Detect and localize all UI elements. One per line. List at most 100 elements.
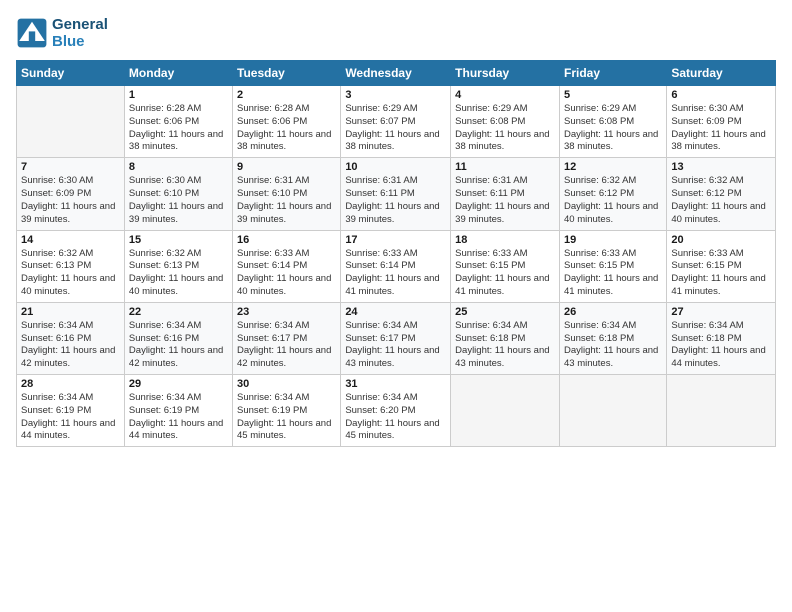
week-row-2: 7 Sunrise: 6:30 AM Sunset: 6:09 PM Daylig… [17,158,776,230]
calendar-cell: 24 Sunrise: 6:34 AM Sunset: 6:17 PM Dayli… [341,302,451,374]
day-number: 5 [564,89,662,101]
day-header-tuesday: Tuesday [233,61,341,86]
day-number: 1 [129,89,228,101]
day-info: Sunrise: 6:34 AM Sunset: 6:18 PM Dayligh… [564,320,662,371]
day-number: 27 [671,306,771,318]
calendar-cell: 12 Sunrise: 6:32 AM Sunset: 6:12 PM Dayli… [559,158,666,230]
day-info: Sunrise: 6:32 AM Sunset: 6:13 PM Dayligh… [129,248,228,299]
day-number: 24 [345,306,446,318]
day-info: Sunrise: 6:33 AM Sunset: 6:14 PM Dayligh… [345,248,446,299]
calendar-cell: 5 Sunrise: 6:29 AM Sunset: 6:08 PM Daylig… [559,86,666,158]
calendar-cell: 23 Sunrise: 6:34 AM Sunset: 6:17 PM Dayli… [233,302,341,374]
week-row-1: 1 Sunrise: 6:28 AM Sunset: 6:06 PM Daylig… [17,86,776,158]
day-number: 2 [237,89,336,101]
day-number: 4 [455,89,555,101]
day-info: Sunrise: 6:31 AM Sunset: 6:10 PM Dayligh… [237,175,336,226]
day-info: Sunrise: 6:33 AM Sunset: 6:15 PM Dayligh… [564,248,662,299]
calendar-cell: 20Sunrise: 6:33 AM Sunset: 6:15 PM Dayli… [667,230,776,302]
calendar-cell: 4Sunrise: 6:29 AM Sunset: 6:08 PM Daylig… [451,86,560,158]
header: General Blue [16,16,776,50]
calendar-cell [667,375,776,447]
day-number: 25 [455,306,555,318]
day-info: Sunrise: 6:29 AM Sunset: 6:08 PM Dayligh… [564,103,662,154]
day-info: Sunrise: 6:34 AM Sunset: 6:19 PM Dayligh… [237,392,336,443]
day-info: Sunrise: 6:30 AM Sunset: 6:10 PM Dayligh… [129,175,228,226]
day-number: 30 [237,378,336,390]
calendar-cell [17,86,125,158]
day-number: 16 [237,234,336,246]
calendar-cell [451,375,560,447]
calendar-cell: 15 Sunrise: 6:32 AM Sunset: 6:13 PM Dayli… [124,230,232,302]
day-info: Sunrise: 6:30 AM Sunset: 6:09 PM Dayligh… [21,175,120,226]
day-number: 6 [671,89,771,101]
calendar-cell: 6 Sunrise: 6:30 AM Sunset: 6:09 PM Daylig… [667,86,776,158]
day-info: Sunrise: 6:34 AM Sunset: 6:18 PM Dayligh… [671,320,771,371]
calendar-cell [559,375,666,447]
day-info: Sunrise: 6:34 AM Sunset: 6:16 PM Dayligh… [21,320,120,371]
logo-icon [16,17,48,49]
calendar-cell: 29 Sunrise: 6:34 AM Sunset: 6:19 PM Dayli… [124,375,232,447]
day-number: 28 [21,378,120,390]
calendar-cell: 3Sunrise: 6:29 AM Sunset: 6:07 PM Daylig… [341,86,451,158]
calendar-cell: 27 Sunrise: 6:34 AM Sunset: 6:18 PM Dayli… [667,302,776,374]
day-info: Sunrise: 6:29 AM Sunset: 6:07 PM Dayligh… [345,103,446,154]
calendar-cell: 28 Sunrise: 6:34 AM Sunset: 6:19 PM Dayli… [17,375,125,447]
day-number: 13 [671,161,771,173]
day-number: 9 [237,161,336,173]
calendar-cell: 13 Sunrise: 6:32 AM Sunset: 6:12 PM Dayli… [667,158,776,230]
calendar-cell: 8 Sunrise: 6:30 AM Sunset: 6:10 PM Daylig… [124,158,232,230]
day-info: Sunrise: 6:32 AM Sunset: 6:12 PM Dayligh… [671,175,771,226]
day-info: Sunrise: 6:34 AM Sunset: 6:17 PM Dayligh… [345,320,446,371]
day-info: Sunrise: 6:32 AM Sunset: 6:12 PM Dayligh… [564,175,662,226]
day-info: Sunrise: 6:34 AM Sunset: 6:19 PM Dayligh… [21,392,120,443]
calendar-cell: 31 Sunrise: 6:34 AM Sunset: 6:20 PM Dayli… [341,375,451,447]
page: General Blue SundayMondayTuesdayWednesda… [0,0,792,612]
calendar-cell: 30 Sunrise: 6:34 AM Sunset: 6:19 PM Dayli… [233,375,341,447]
day-info: Sunrise: 6:34 AM Sunset: 6:20 PM Dayligh… [345,392,446,443]
day-info: Sunrise: 6:33 AM Sunset: 6:14 PM Dayligh… [237,248,336,299]
day-number: 15 [129,234,228,246]
day-number: 21 [21,306,120,318]
calendar-cell: 22Sunrise: 6:34 AM Sunset: 6:16 PM Dayli… [124,302,232,374]
day-number: 8 [129,161,228,173]
day-number: 23 [237,306,336,318]
day-header-wednesday: Wednesday [341,61,451,86]
day-number: 31 [345,378,446,390]
day-info: Sunrise: 6:32 AM Sunset: 6:13 PM Dayligh… [21,248,120,299]
day-header-monday: Monday [124,61,232,86]
calendar-cell: 9 Sunrise: 6:31 AM Sunset: 6:10 PM Daylig… [233,158,341,230]
calendar-cell: 21 Sunrise: 6:34 AM Sunset: 6:16 PM Dayli… [17,302,125,374]
day-info: Sunrise: 6:28 AM Sunset: 6:06 PM Dayligh… [237,103,336,154]
week-row-5: 28 Sunrise: 6:34 AM Sunset: 6:19 PM Dayli… [17,375,776,447]
day-info: Sunrise: 6:33 AM Sunset: 6:15 PM Dayligh… [455,248,555,299]
day-info: Sunrise: 6:34 AM Sunset: 6:17 PM Dayligh… [237,320,336,371]
day-header-friday: Friday [559,61,666,86]
day-info: Sunrise: 6:34 AM Sunset: 6:19 PM Dayligh… [129,392,228,443]
day-number: 20 [671,234,771,246]
day-number: 7 [21,161,120,173]
day-header-sunday: Sunday [17,61,125,86]
calendar-cell: 7 Sunrise: 6:30 AM Sunset: 6:09 PM Daylig… [17,158,125,230]
calendar-cell: 19Sunrise: 6:33 AM Sunset: 6:15 PM Dayli… [559,230,666,302]
day-header-saturday: Saturday [667,61,776,86]
day-number: 26 [564,306,662,318]
calendar-cell: 11Sunrise: 6:31 AM Sunset: 6:11 PM Dayli… [451,158,560,230]
week-row-4: 21 Sunrise: 6:34 AM Sunset: 6:16 PM Dayli… [17,302,776,374]
day-info: Sunrise: 6:28 AM Sunset: 6:06 PM Dayligh… [129,103,228,154]
day-info: Sunrise: 6:30 AM Sunset: 6:09 PM Dayligh… [671,103,771,154]
day-number: 11 [455,161,555,173]
day-number: 14 [21,234,120,246]
calendar-cell: 25Sunrise: 6:34 AM Sunset: 6:18 PM Dayli… [451,302,560,374]
calendar-cell: 2 Sunrise: 6:28 AM Sunset: 6:06 PM Daylig… [233,86,341,158]
day-number: 29 [129,378,228,390]
logo-text: General Blue [52,16,108,50]
day-number: 12 [564,161,662,173]
day-number: 18 [455,234,555,246]
calendar-cell: 17Sunrise: 6:33 AM Sunset: 6:14 PM Dayli… [341,230,451,302]
calendar-cell: 14 Sunrise: 6:32 AM Sunset: 6:13 PM Dayli… [17,230,125,302]
calendar-cell: 1 Sunrise: 6:28 AM Sunset: 6:06 PM Daylig… [124,86,232,158]
calendar-cell: 18 Sunrise: 6:33 AM Sunset: 6:15 PM Dayli… [451,230,560,302]
calendar: SundayMondayTuesdayWednesdayThursdayFrid… [16,60,776,447]
week-row-3: 14 Sunrise: 6:32 AM Sunset: 6:13 PM Dayli… [17,230,776,302]
calendar-header-row: SundayMondayTuesdayWednesdayThursdayFrid… [17,61,776,86]
